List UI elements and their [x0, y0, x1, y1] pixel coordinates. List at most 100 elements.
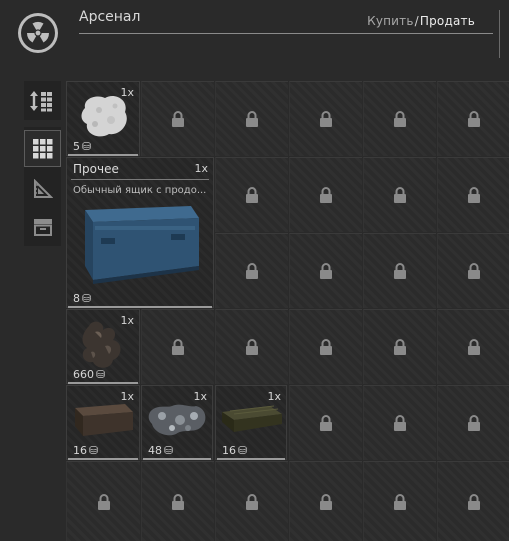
lock-icon	[394, 187, 406, 203]
item-count: 8 ⛁	[73, 292, 91, 305]
item-underline	[217, 458, 285, 460]
locked-slot	[289, 309, 362, 384]
lock-icon	[467, 187, 480, 203]
item-underline	[68, 382, 138, 384]
locked-slot	[66, 461, 140, 541]
locked-slot	[141, 81, 214, 156]
locked-slot	[289, 157, 362, 232]
locked-slot	[363, 309, 436, 384]
lock-icon	[467, 493, 480, 510]
locked-slot	[289, 385, 362, 460]
lock-icon	[394, 111, 406, 127]
locked-slot	[215, 309, 288, 384]
lock-icon	[320, 263, 332, 279]
stack-icon: ⛁	[82, 292, 92, 305]
item-scrap[interactable]: 1x 48 ⛁	[141, 385, 213, 460]
locked-slot	[437, 461, 509, 541]
buy-tab[interactable]: Купить	[367, 14, 414, 28]
locked-slot	[363, 81, 436, 156]
lock-icon	[320, 339, 332, 355]
item-crate[interactable]: Прочее 1x Обычный ящик с продо... 8 ⛁	[66, 157, 214, 308]
stack-icon: ⛁	[82, 140, 92, 153]
lock-icon	[467, 415, 480, 431]
sell-tab[interactable]: Продать	[420, 14, 475, 28]
item-stone[interactable]: 1x 5 ⛁	[66, 81, 140, 156]
lock-icon	[394, 263, 406, 279]
lock-icon	[246, 263, 258, 279]
lock-icon	[320, 493, 332, 510]
tools-category-button[interactable]	[24, 170, 61, 207]
item-underline	[68, 458, 138, 460]
locked-slot	[215, 157, 288, 232]
item-count-value: 8	[73, 292, 80, 305]
item-quantity: 1x	[194, 162, 208, 175]
locked-slot	[363, 157, 436, 232]
item-underline	[68, 306, 212, 308]
locked-slot	[215, 461, 288, 541]
stack-icon: ⛁	[89, 444, 99, 457]
lock-icon	[467, 339, 480, 355]
lock-icon	[172, 493, 184, 510]
locked-slot	[215, 233, 288, 308]
lock-icon	[394, 493, 406, 510]
scrap-metal-icon	[148, 404, 206, 436]
item-count-value: 16	[222, 444, 236, 457]
crate-icon	[33, 218, 52, 236]
storage-category-button[interactable]	[24, 208, 61, 245]
locked-slot	[289, 461, 362, 541]
locked-slot	[363, 461, 436, 541]
item-count: 16 ⛁	[222, 444, 247, 457]
item-ore[interactable]: 1x 660 ⛁	[66, 309, 140, 384]
locked-slot	[141, 309, 214, 384]
item-underline	[68, 154, 138, 156]
buy-sell-switch[interactable]: Купить/Продать	[367, 14, 475, 28]
lock-icon	[246, 187, 258, 203]
locked-slot	[215, 81, 288, 156]
item-pallet[interactable]: 1x 16 ⛁	[215, 385, 287, 460]
lock-icon	[320, 187, 332, 203]
category-toolbar	[24, 127, 61, 246]
item-quantity: 1x	[120, 390, 134, 403]
category-divider	[71, 179, 209, 180]
item-count: 16 ⛁	[73, 444, 98, 457]
item-quantity: 1x	[193, 390, 207, 403]
page-title: Арсенал	[79, 9, 141, 25]
item-description: Обычный ящик с продо...	[73, 185, 207, 196]
item-count: 5 ⛁	[73, 140, 91, 153]
stack-icon: ⛁	[164, 444, 174, 457]
lock-icon	[246, 339, 258, 355]
header-divider	[79, 33, 493, 34]
lock-icon	[97, 493, 110, 510]
grid-icon	[32, 138, 52, 158]
lock-icon	[320, 415, 332, 431]
item-box[interactable]: 1x 16 ⛁	[66, 385, 140, 460]
locked-slot	[141, 461, 214, 541]
lock-icon	[394, 339, 406, 355]
item-count-value: 5	[73, 140, 80, 153]
item-count-value: 16	[73, 444, 87, 457]
item-category: Прочее	[73, 162, 119, 176]
sort-icon	[29, 90, 52, 111]
stack-icon: ⛁	[238, 444, 248, 457]
stack-icon: ⛁	[96, 368, 106, 381]
item-quantity: 1x	[120, 314, 134, 327]
lock-icon	[172, 111, 184, 127]
locked-slot	[437, 81, 509, 156]
locked-slot	[437, 233, 509, 308]
pallet-icon	[222, 405, 282, 432]
header-vertical-divider	[499, 10, 500, 58]
lock-icon	[246, 493, 258, 510]
lock-icon	[394, 415, 406, 431]
locked-slot	[289, 81, 362, 156]
grid-view-button[interactable]	[24, 130, 61, 167]
lock-icon	[320, 111, 332, 127]
item-quantity: 1x	[120, 86, 134, 99]
sort-button[interactable]	[24, 81, 61, 120]
locked-slot	[437, 309, 509, 384]
locked-slot	[437, 157, 509, 232]
item-quantity: 1x	[267, 390, 281, 403]
brown-box-icon	[75, 404, 133, 436]
locked-slot	[289, 233, 362, 308]
lock-icon	[467, 263, 480, 279]
radiation-icon	[18, 13, 58, 53]
